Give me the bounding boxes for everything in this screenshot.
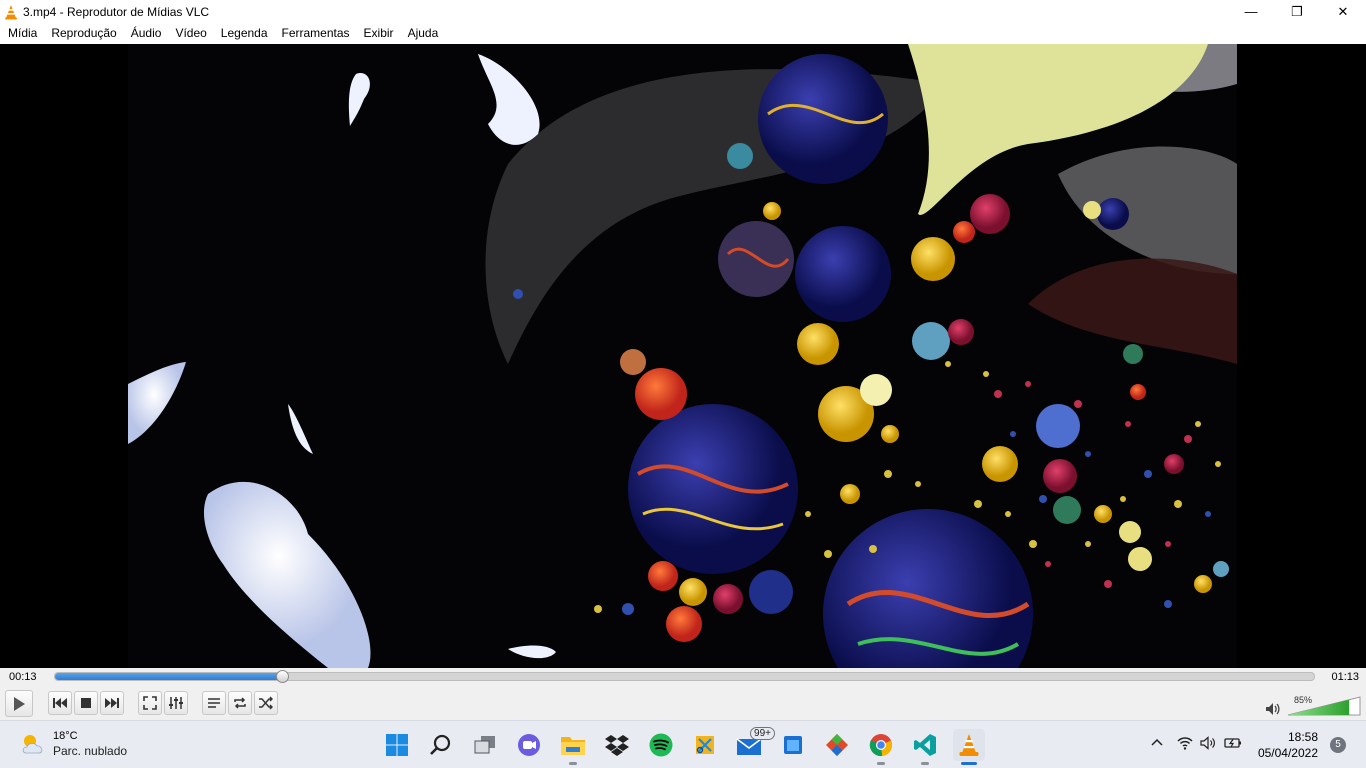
- loop-button[interactable]: [228, 691, 252, 715]
- previous-icon: [53, 698, 67, 708]
- random-button[interactable]: [254, 691, 278, 715]
- taskbar: 18°C Parc. nublado 99+ 18:58 05/04/2022 …: [0, 720, 1366, 768]
- menu-playback[interactable]: Reprodução: [44, 23, 123, 44]
- mail-badge: 99+: [750, 727, 775, 740]
- seek-handle[interactable]: [275, 670, 289, 683]
- clock-time: 18:58: [1287, 730, 1318, 744]
- previous-button[interactable]: [48, 691, 72, 715]
- store-icon: [784, 736, 802, 754]
- running-indicator: [877, 762, 885, 765]
- playlist-icon: [208, 698, 220, 708]
- vlc-button[interactable]: [953, 729, 985, 765]
- elapsed-time: 00:13: [9, 671, 37, 683]
- stop-icon: [81, 698, 91, 708]
- next-icon: [105, 698, 119, 708]
- clock-date: 05/04/2022: [1257, 746, 1318, 760]
- chevron-up-icon[interactable]: [1150, 736, 1164, 750]
- mail-button[interactable]: 99+: [733, 727, 775, 761]
- chrome-icon: [869, 734, 892, 757]
- speaker-icon[interactable]: [1264, 701, 1280, 717]
- menu-audio[interactable]: Áudio: [124, 23, 169, 44]
- menu-media[interactable]: Mídia: [1, 23, 44, 44]
- chat-icon: [518, 734, 540, 756]
- play-button[interactable]: [5, 690, 33, 717]
- search-button[interactable]: [425, 729, 457, 761]
- controls-bar: 85%: [0, 688, 1366, 720]
- search-icon: [430, 734, 451, 755]
- snipping-icon: [696, 736, 714, 754]
- spotify-icon: [649, 733, 673, 757]
- seek-row: 00:13 01:13: [0, 668, 1366, 688]
- menu-subtitle[interactable]: Legenda: [214, 23, 275, 44]
- video-area[interactable]: [0, 44, 1366, 668]
- shuffle-icon: [259, 696, 273, 710]
- folder-icon: [561, 737, 585, 755]
- fullscreen-button[interactable]: [138, 691, 162, 715]
- vscode-button[interactable]: [909, 729, 941, 765]
- loop-icon: [234, 697, 246, 709]
- git-icon: [826, 734, 848, 756]
- notification-count[interactable]: 5: [1330, 737, 1346, 753]
- git-button[interactable]: [821, 729, 853, 761]
- close-button[interactable]: ✕: [1320, 0, 1366, 23]
- title-bar: 3.mp4 - Reprodutor de Mídias VLC — ❐ ✕: [0, 0, 1366, 23]
- windows-logo-icon: [386, 734, 408, 756]
- menu-video[interactable]: Vídeo: [168, 23, 213, 44]
- spotify-button[interactable]: [645, 729, 677, 761]
- menu-view[interactable]: Exibir: [357, 23, 401, 44]
- seek-progress: [55, 673, 282, 680]
- vscode-icon: [914, 734, 936, 756]
- teams-chat-button[interactable]: [513, 729, 545, 761]
- restore-button[interactable]: ❐: [1274, 0, 1320, 23]
- weather-widget[interactable]: 18°C Parc. nublado: [20, 729, 127, 759]
- volume-tray-icon[interactable]: [1200, 736, 1216, 750]
- equalizer-icon: [169, 697, 183, 709]
- start-button[interactable]: [381, 729, 413, 761]
- window-title: 3.mp4 - Reprodutor de Mídias VLC: [23, 4, 210, 19]
- file-explorer-button[interactable]: [557, 729, 589, 765]
- play-icon: [14, 696, 25, 711]
- seek-bar[interactable]: [54, 670, 1315, 683]
- dropbox-button[interactable]: [601, 729, 633, 761]
- chrome-button[interactable]: [865, 729, 897, 765]
- task-view-icon: [474, 736, 495, 754]
- vlc-cone-icon: [5, 4, 17, 19]
- playlist-button[interactable]: [202, 691, 226, 715]
- video-frame: [128, 44, 1237, 668]
- running-indicator: [569, 762, 577, 765]
- menu-tools[interactable]: Ferramentas: [275, 23, 357, 44]
- wifi-icon[interactable]: [1177, 736, 1193, 750]
- store-button[interactable]: [777, 729, 809, 761]
- vlc-cone-icon: [959, 734, 979, 756]
- minimize-button[interactable]: —: [1228, 0, 1274, 23]
- extended-settings-button[interactable]: [164, 691, 188, 715]
- volume-level: [1288, 697, 1350, 715]
- menu-help[interactable]: Ajuda: [401, 23, 446, 44]
- partly-cloudy-icon: [22, 735, 43, 754]
- active-indicator: [961, 762, 977, 765]
- stop-button[interactable]: [74, 691, 98, 715]
- next-button[interactable]: [100, 691, 124, 715]
- weather-temperature: 18°C: [53, 730, 78, 742]
- weather-condition: Parc. nublado: [53, 744, 128, 758]
- running-indicator: [921, 762, 929, 765]
- volume-slider[interactable]: [1287, 696, 1361, 716]
- task-view-button[interactable]: [469, 729, 501, 761]
- fullscreen-icon: [143, 696, 157, 710]
- total-time: 01:13: [1331, 671, 1359, 683]
- dropbox-icon: [605, 735, 629, 756]
- snip-tool-button[interactable]: [689, 729, 721, 761]
- battery-icon[interactable]: [1224, 736, 1242, 750]
- menu-bar: Mídia Reprodução Áudio Vídeo Legenda Fer…: [0, 23, 1366, 44]
- clock[interactable]: 18:58 05/04/2022: [1258, 729, 1318, 761]
